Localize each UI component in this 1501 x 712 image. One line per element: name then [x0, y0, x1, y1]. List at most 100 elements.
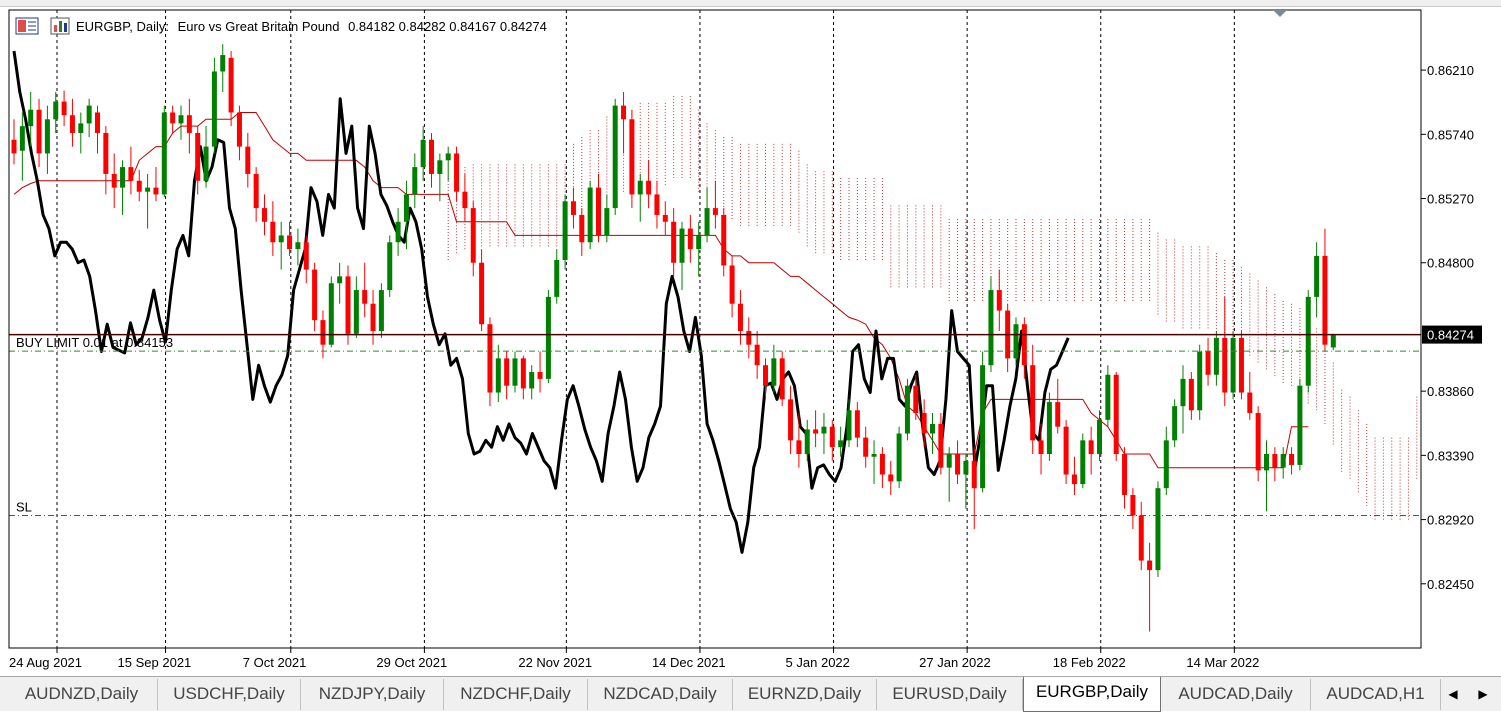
tab-nzdchf-daily[interactable]: NZDCHF,Daily — [444, 679, 588, 710]
candle — [1013, 317, 1019, 366]
candle-body — [888, 474, 894, 482]
candle-body — [454, 153, 460, 192]
time-tick-label: 29 Oct 2021 — [376, 655, 447, 670]
trade-signal-icon[interactable] — [50, 17, 70, 35]
candle-body — [412, 167, 418, 195]
candle-body — [320, 320, 326, 345]
candle-body — [287, 235, 293, 250]
ohlc-values: 0.84182 0.84282 0.84167 0.84274 — [348, 19, 547, 34]
symbol-label: EURGBP, Daily: — [76, 19, 169, 34]
candle — [1238, 331, 1244, 400]
chart-menu-icon[interactable] — [15, 17, 39, 35]
candle — [378, 283, 384, 338]
candle — [161, 105, 167, 198]
candle-body — [596, 187, 601, 236]
candle-body — [946, 454, 952, 468]
time-tick-label: 18 Feb 2022 — [1053, 655, 1126, 670]
candle-body — [28, 109, 34, 127]
candle-body — [69, 115, 75, 133]
candle-body — [195, 132, 201, 181]
candle-body — [1247, 392, 1253, 414]
candle-body — [704, 208, 710, 236]
candle-body — [1013, 324, 1019, 359]
tab-audcad-daily[interactable]: AUDCAD,Daily — [1161, 679, 1311, 710]
candle-body — [128, 167, 134, 181]
candle-body — [570, 201, 576, 215]
candle — [328, 276, 334, 348]
candle-body — [120, 167, 126, 188]
candle-body — [262, 208, 267, 222]
candle-body — [938, 423, 944, 468]
symbol-description: Euro vs Great Britain Pound — [178, 19, 340, 34]
candle-body — [136, 180, 142, 192]
chart-tab-bar: AUDNZD,Daily USDCHF,Daily NZDJPY,Daily NZDC… — [0, 676, 1501, 712]
candle — [629, 109, 635, 209]
candle-body — [646, 180, 652, 195]
candle-body — [295, 242, 301, 250]
tab-eurusd-daily[interactable]: EURUSD,Daily — [877, 679, 1023, 710]
candle-body — [863, 437, 869, 457]
candle-body — [913, 385, 919, 414]
candle-body — [470, 208, 476, 263]
candle-body — [36, 109, 42, 154]
candle-body — [353, 290, 359, 334]
candle-body — [378, 290, 384, 332]
candle-body — [1297, 385, 1303, 465]
candle-body — [637, 180, 643, 195]
time-tick-label: 24 Aug 2021 — [9, 655, 82, 670]
candle-body — [370, 303, 376, 332]
candle-body — [270, 221, 276, 243]
candle-body — [829, 426, 835, 448]
candle-body — [145, 187, 151, 192]
candle-body — [796, 440, 802, 455]
candle-body — [312, 269, 318, 321]
candle-body — [1038, 440, 1044, 455]
candle-body — [612, 105, 618, 209]
candle — [612, 98, 618, 215]
candle-body — [712, 208, 718, 215]
candle-body — [1289, 454, 1295, 465]
candle-body — [170, 112, 176, 124]
price-tick-label: 0.83860 — [1427, 384, 1474, 399]
candle-body — [1230, 337, 1236, 393]
tab-eurgbp-daily[interactable]: EURGBP,Daily — [1023, 677, 1161, 712]
candle-body — [604, 208, 610, 236]
candle-body — [921, 413, 927, 434]
tab-nzdjpy-daily[interactable]: NZDJPY,Daily — [301, 679, 444, 710]
candle-body — [362, 290, 368, 304]
candle-body — [963, 460, 969, 475]
candle — [1046, 392, 1052, 461]
tab-nzdcad-daily[interactable]: NZDCAD,Daily — [588, 679, 733, 710]
candle-body — [1314, 255, 1320, 297]
candle-body — [1071, 474, 1077, 485]
candle-body — [420, 139, 426, 168]
candle-body — [529, 372, 535, 389]
tab-scroll-left-button[interactable]: ◀ — [1444, 683, 1462, 705]
candle-body — [1130, 494, 1136, 516]
chart-window[interactable]: BUY LIMIT 0.01 at 0.84153 SL 0.86210 0.857… — [0, 7, 1501, 675]
candle — [1063, 419, 1069, 485]
candle-body — [804, 429, 810, 455]
tab-audcad-h1[interactable]: AUDCAD,H1 — [1311, 679, 1441, 710]
candle-body — [203, 146, 209, 181]
tab-eurnzd-daily[interactable]: EURNZD,Daily — [733, 679, 877, 710]
candle-body — [161, 112, 167, 195]
candle-body — [1088, 440, 1094, 455]
candle-body — [779, 358, 785, 400]
candle-body — [629, 119, 635, 195]
candle-body — [1080, 440, 1086, 485]
candle-body — [53, 101, 59, 120]
candle-body — [1330, 335, 1336, 348]
current-price-label: 0.84274 — [1427, 328, 1474, 343]
candle-body — [662, 214, 668, 222]
candle-body — [245, 146, 251, 174]
time-tick-label: 14 Mar 2022 — [1186, 655, 1259, 670]
candle-body — [687, 228, 693, 250]
candle-body — [955, 454, 961, 475]
candle — [1255, 406, 1261, 482]
tab-usdchf-daily[interactable]: USDCHF,Daily — [158, 679, 301, 710]
tab-audnzd-daily[interactable]: AUDNZD,Daily — [6, 679, 158, 710]
candle-body — [1188, 378, 1194, 411]
tab-scroll-right-button[interactable]: ▶ — [1474, 683, 1492, 705]
price-chart[interactable]: BUY LIMIT 0.01 at 0.84153 SL 0.86210 0.857… — [0, 7, 1501, 675]
